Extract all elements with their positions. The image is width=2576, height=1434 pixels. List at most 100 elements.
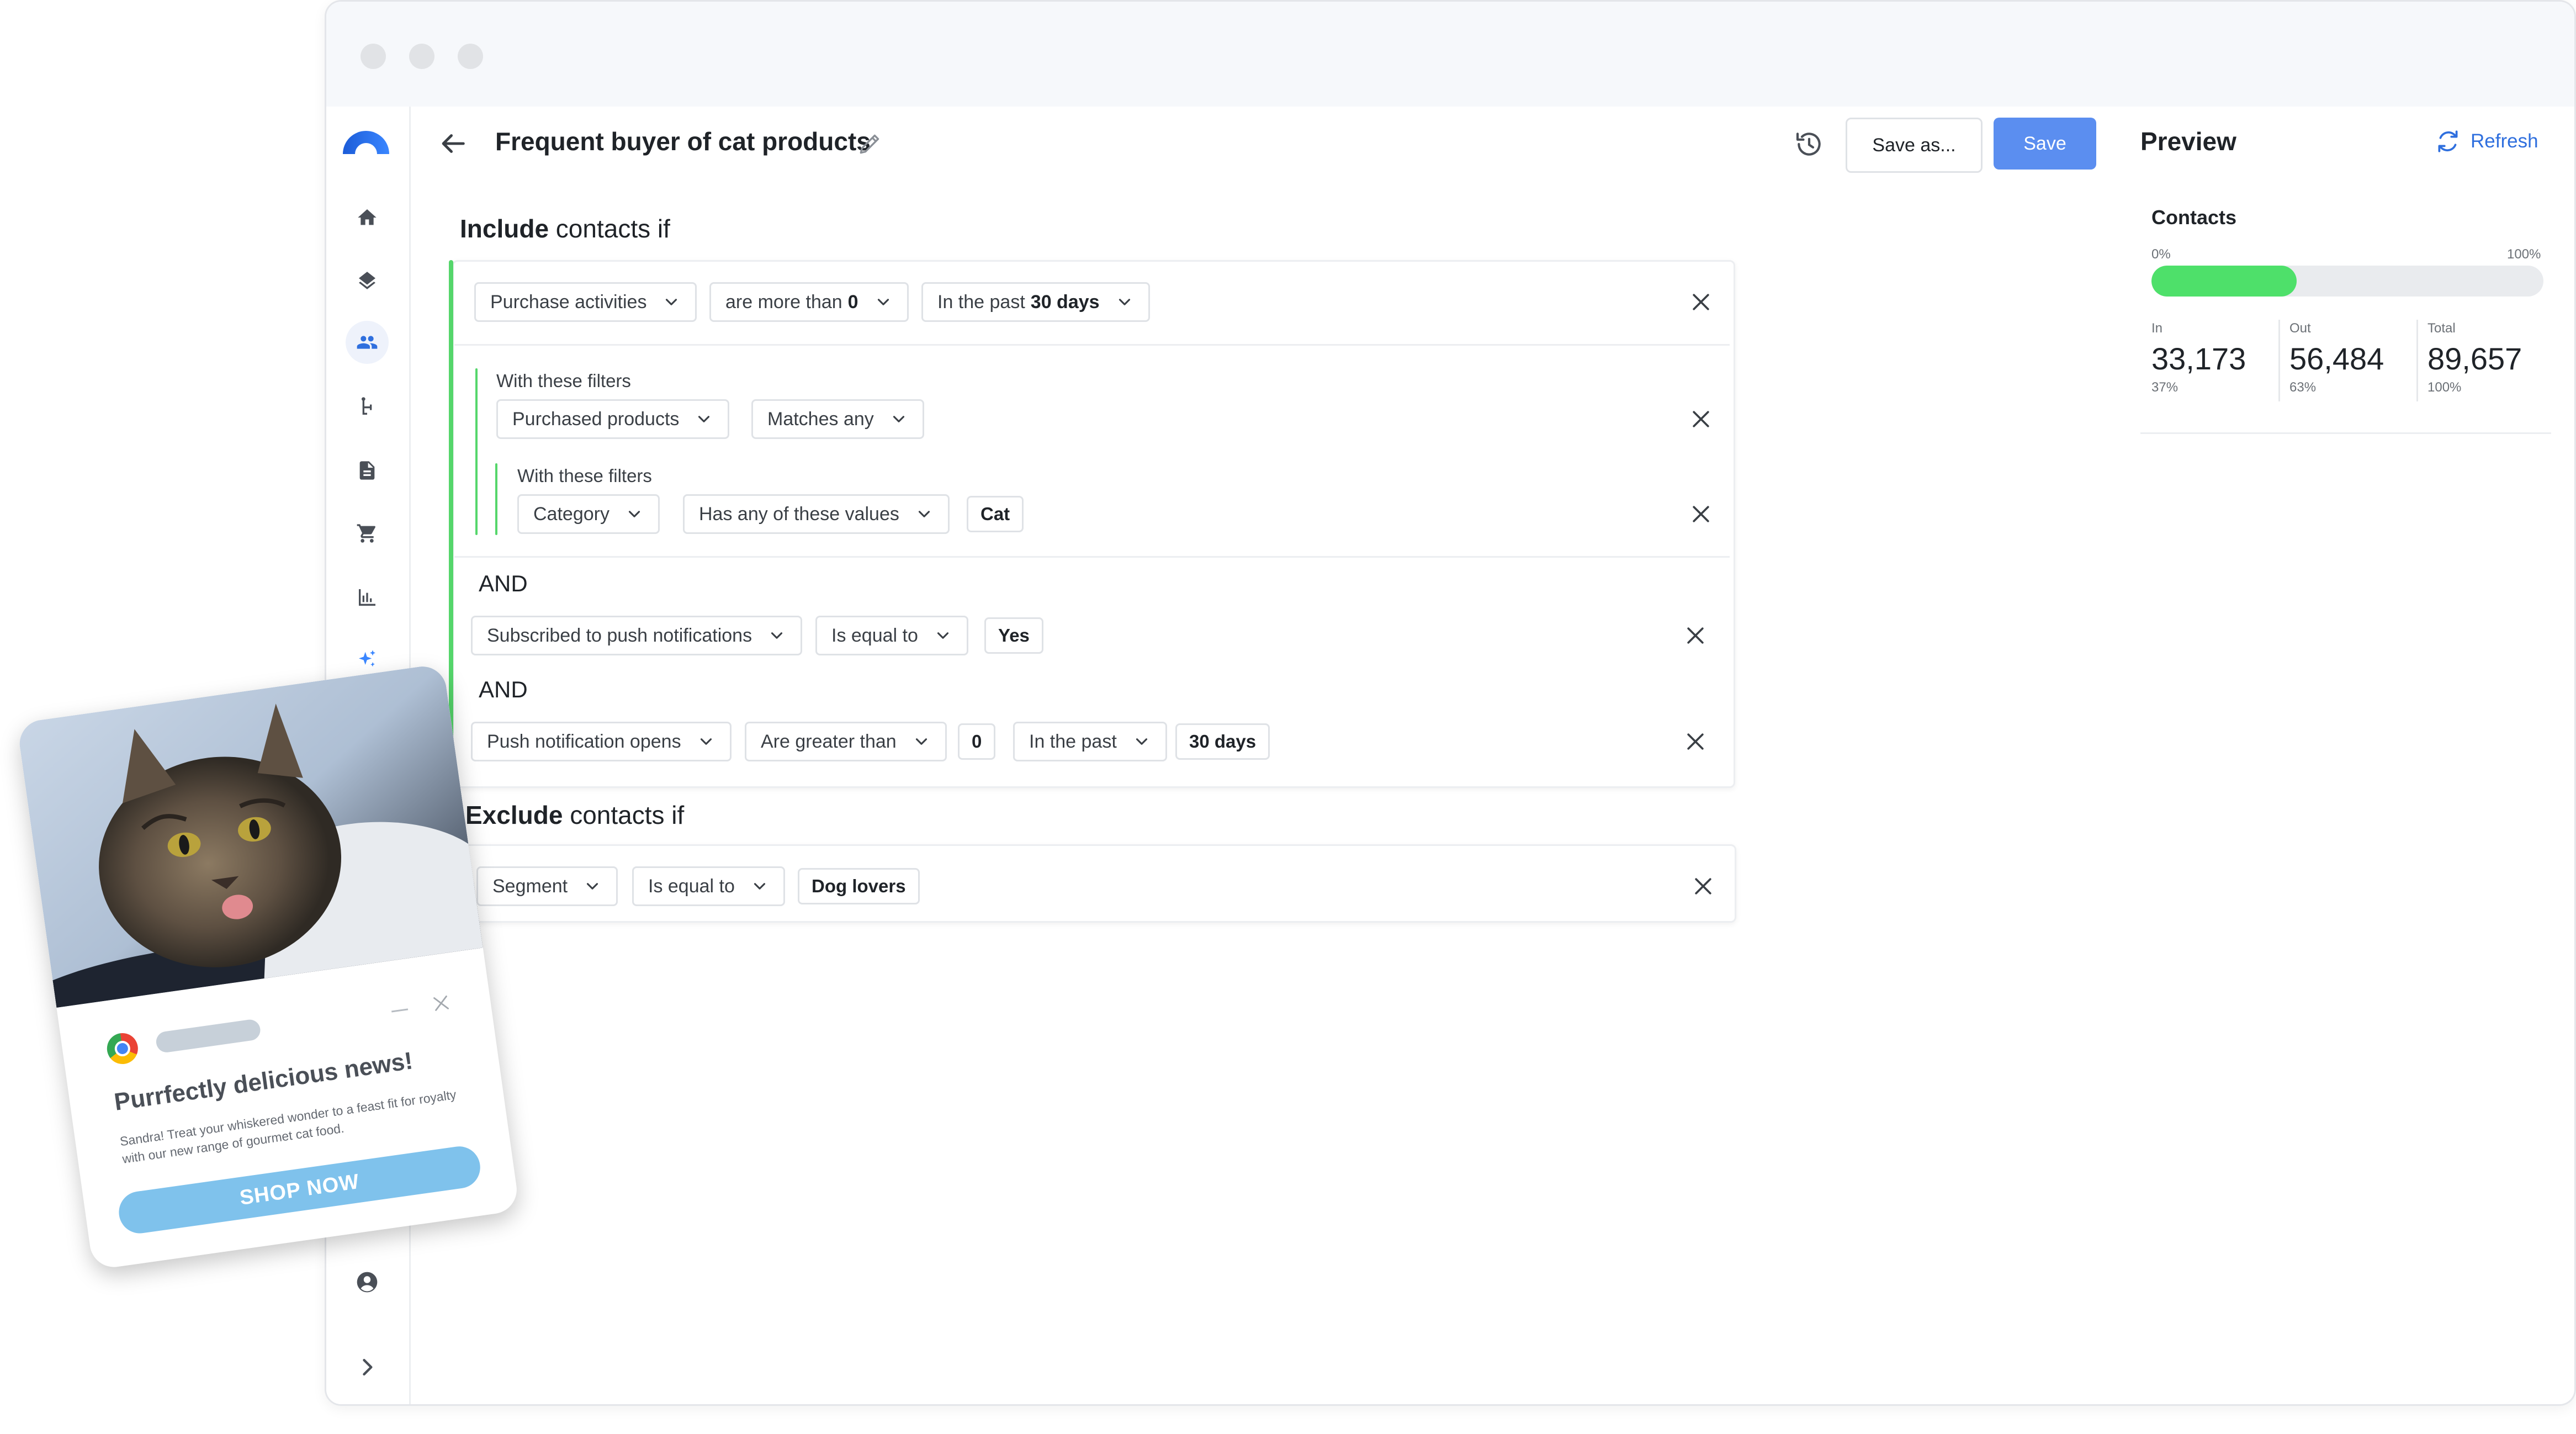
and-operator-label: AND	[479, 676, 528, 702]
sidebar-expand-toggle[interactable]	[346, 1346, 389, 1389]
filters2-field-label: Category	[533, 503, 609, 525]
rule3-operator-dropdown[interactable]: Are greater than	[745, 722, 947, 761]
chevron-down-icon	[754, 883, 765, 890]
window-dot-close[interactable]	[361, 44, 386, 69]
page-title: Frequent buyer of cat products	[495, 127, 871, 156]
exclude-field-dropdown[interactable]: Segment	[476, 866, 618, 906]
remove-filters2-icon[interactable]	[1689, 502, 1713, 526]
sidebar-item-documents[interactable]	[346, 449, 389, 492]
remove-rule2-icon[interactable]	[1683, 623, 1708, 648]
filters1-operator-label: Matches any	[767, 408, 874, 430]
minimize-icon[interactable]	[391, 1008, 409, 1013]
rule2-field-dropdown[interactable]: Subscribed to push notifications	[471, 616, 803, 655]
window-dot-maximize[interactable]	[458, 44, 483, 69]
filters1-label: With these filters	[496, 371, 631, 391]
rule3-count-input[interactable]: 0	[958, 723, 996, 760]
rule1-field-dropdown[interactable]: Purchase activities	[474, 282, 697, 322]
refresh-label: Refresh	[2471, 130, 2538, 152]
rule1-time-dropdown[interactable]: In the past 30 days	[921, 282, 1150, 322]
brand-logo[interactable]	[343, 131, 389, 154]
chevron-down-icon	[877, 299, 889, 305]
remove-rule1-icon[interactable]	[1689, 290, 1713, 314]
stat-in-value: 33,173	[2151, 341, 2246, 376]
document-icon	[359, 461, 375, 480]
stat-total: Total 89,657 100%	[2427, 321, 2522, 395]
sidebar-item-home[interactable]	[346, 196, 389, 239]
chevron-down-icon	[666, 299, 677, 305]
app-window: Frequent buyer of cat products Save as..…	[325, 0, 2576, 1406]
filters2-field-dropdown[interactable]: Category	[517, 494, 660, 534]
close-icon[interactable]	[430, 991, 453, 1015]
rule-divider	[454, 556, 1730, 558]
contacts-progress-bar	[2151, 266, 2543, 297]
stat-in-pct: 37%	[2151, 380, 2179, 395]
remove-exclude-rule-icon[interactable]	[1691, 874, 1715, 898]
rule1-operator-label: are more than	[725, 291, 842, 313]
chevron-down-icon	[771, 632, 783, 639]
exclude-operator-dropdown[interactable]: Is equal to	[632, 866, 785, 906]
filters2-operator-label: Has any of these values	[699, 503, 899, 525]
sidebar-item-cart[interactable]	[346, 512, 389, 555]
rule1-operator-dropdown[interactable]: are more than 0	[709, 282, 909, 322]
refresh-button[interactable]: Refresh	[2434, 128, 2538, 155]
branch-icon	[362, 397, 372, 415]
filters1-operator-dropdown[interactable]: Matches any	[751, 399, 924, 439]
rule3-time-dropdown[interactable]: In the past	[1013, 722, 1167, 761]
chevron-down-icon	[893, 416, 904, 422]
include-heading-bold: Include	[460, 214, 549, 243]
chevron-down-icon	[628, 511, 640, 517]
sidebar-item-layers[interactable]	[346, 259, 389, 302]
save-as-button[interactable]: Save as...	[1846, 118, 1983, 173]
filters2-value-pill[interactable]: Cat	[967, 496, 1024, 532]
save-button[interactable]: Save	[1994, 118, 2096, 170]
rule1-operator-value: 0	[847, 291, 858, 313]
back-arrow-icon[interactable]	[437, 128, 469, 160]
contacts-label: Contacts	[2151, 206, 2237, 229]
history-icon[interactable]	[1794, 129, 1825, 160]
chevron-down-icon	[1119, 299, 1130, 305]
rule3-field-dropdown[interactable]: Push notification opens	[471, 722, 732, 761]
exclude-heading-rest: contacts if	[563, 801, 685, 829]
stat-total-value: 89,657	[2427, 341, 2522, 376]
rule2-operator-dropdown[interactable]: Is equal to	[815, 616, 968, 655]
window-dot-minimize[interactable]	[409, 44, 434, 69]
filters2-operator-dropdown[interactable]: Has any of these values	[683, 494, 950, 534]
home-icon	[358, 209, 377, 225]
stat-out-value: 56,484	[2289, 341, 2384, 376]
sidebar-item-journeys[interactable]	[346, 385, 389, 428]
sidebar-item-account[interactable]	[346, 1261, 389, 1304]
stat-out: Out 56,484 63%	[2289, 321, 2384, 395]
exclude-heading-bold: Exclude	[465, 801, 563, 829]
stat-divider	[2278, 320, 2280, 401]
rule1-field-label: Purchase activities	[490, 291, 647, 313]
sidebar-item-analytics[interactable]	[346, 576, 389, 619]
rule3-time-value-pill[interactable]: 30 days	[1175, 723, 1270, 760]
chevron-down-icon	[698, 416, 710, 422]
rule1-time-label: In the past	[937, 291, 1025, 313]
filters2-label: With these filters	[517, 465, 652, 486]
exclude-field-label: Segment	[492, 875, 568, 897]
exclude-value-pill[interactable]: Dog lovers	[798, 868, 920, 904]
remove-rule3-icon[interactable]	[1683, 729, 1708, 754]
window-titlebar	[326, 2, 2574, 107]
rule2-operator-label: Is equal to	[831, 625, 918, 646]
rule2-value-pill[interactable]: Yes	[984, 617, 1043, 654]
include-accent-bar	[449, 260, 453, 786]
pencil-icon[interactable]	[856, 130, 884, 157]
stat-total-pct: 100%	[2427, 380, 2462, 395]
remove-filters1-icon[interactable]	[1689, 407, 1713, 431]
people-icon	[357, 336, 378, 349]
stat-total-label: Total	[2427, 321, 2456, 336]
chevron-right-icon	[363, 1358, 373, 1376]
stat-in: In 33,173 37%	[2151, 321, 2246, 395]
rule3-time-label: In the past	[1029, 731, 1117, 752]
push-notification-preview: Purrfectly delicious news! Sandra! Treat…	[17, 663, 520, 1271]
rule1-time-value: 30 days	[1030, 291, 1100, 313]
filters1-field-dropdown[interactable]: Purchased products	[496, 399, 730, 439]
filters1-field-label: Purchased products	[512, 408, 680, 430]
chrome-icon	[105, 1031, 140, 1066]
sender-placeholder	[155, 1018, 262, 1054]
include-heading-rest: contacts if	[549, 214, 670, 243]
sidebar-item-contacts[interactable]	[346, 321, 389, 364]
bar-chart-icon	[359, 589, 375, 606]
